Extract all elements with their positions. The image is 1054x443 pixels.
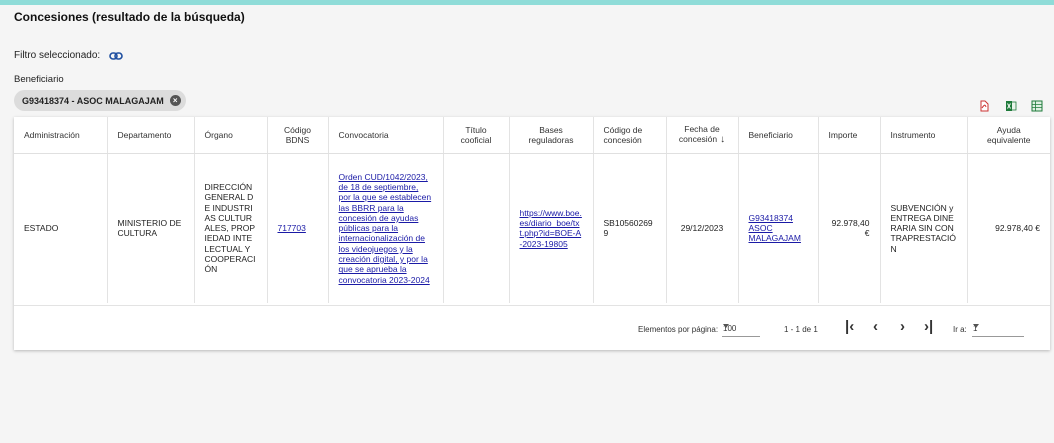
pdf-export-icon[interactable] xyxy=(978,99,990,112)
cell-departamento: MINISTERIO DE CULTURA xyxy=(107,153,195,303)
csv-export-icon[interactable] xyxy=(1031,99,1043,112)
cell-codigo-concesion: SB105602699 xyxy=(593,153,667,303)
col-instrumento[interactable]: Instrumento xyxy=(880,117,968,154)
top-accent-bar xyxy=(0,0,1054,5)
convocatoria-link[interactable]: Orden CUD/1042/2023, de 18 de septiembre… xyxy=(339,172,432,285)
chip-label: G93418374 - ASOC MALAGAJAM xyxy=(22,95,164,106)
col-fecha-concesion[interactable]: Fecha de concesión ↓ xyxy=(666,117,739,154)
link-icon[interactable] xyxy=(109,51,123,61)
table-header-row: Administración Departamento Órgano Códig… xyxy=(14,117,1050,154)
goto-page-select[interactable]: 1 xyxy=(972,318,1024,337)
cell-beneficiario: G93418374 ASOC MALAGAJAM xyxy=(738,153,819,303)
cell-ayuda-equivalente: 92.978,40 € xyxy=(995,223,1040,234)
beneficiario-link[interactable]: G93418374 ASOC MALAGAJAM xyxy=(749,213,801,244)
cell-titulo-cooficial xyxy=(443,153,510,303)
cell-fecha-concesion: 29/12/2023 xyxy=(666,153,739,303)
col-bases-reguladoras[interactable]: Bases reguladoras xyxy=(509,117,594,154)
cell-administracion: ESTADO xyxy=(14,153,108,303)
filter-label: Filtro seleccionado: xyxy=(14,50,101,61)
col-organo[interactable]: Órgano xyxy=(194,117,268,154)
col-administracion[interactable]: Administración xyxy=(14,117,108,154)
cell-organo: DIRECCIÓN GENERAL DE INDUSTRIAS CULTURAL… xyxy=(194,153,268,303)
col-convocatoria[interactable]: Convocatoria xyxy=(328,117,444,154)
beneficiary-filter-chip[interactable]: G93418374 - ASOC MALAGAJAM × xyxy=(14,90,186,111)
col-codigo-bdns[interactable]: Código BDNS xyxy=(267,117,329,154)
sort-arrow-icon[interactable]: ↓ xyxy=(720,134,725,145)
page-range: 1 - 1 de 1 xyxy=(784,325,818,334)
cell-codigo-bdns: 717703 xyxy=(267,153,329,303)
bases-reguladoras-link[interactable]: https://www.boe.es/diario_boe/txt.php?id… xyxy=(520,208,582,249)
last-page-icon[interactable]: ›| xyxy=(924,318,933,335)
filter-row: Filtro seleccionado: xyxy=(14,50,123,61)
items-per-page-select[interactable]: 100 xyxy=(722,318,760,337)
col-ayuda-equivalente[interactable]: Ayuda equivalente xyxy=(967,117,1050,154)
table-row: ESTADO MINISTERIO DE CULTURA DIRECCIÓN G… xyxy=(14,153,1050,303)
first-page-icon[interactable]: |‹ xyxy=(845,318,854,335)
col-titulo-cooficial[interactable]: Título cooficial xyxy=(443,117,510,154)
cell-bases-reguladoras: https://www.boe.es/diario_boe/txt.php?id… xyxy=(509,153,594,303)
codigo-bdns-link[interactable]: 717703 xyxy=(278,223,306,233)
col-departamento[interactable]: Departamento xyxy=(107,117,195,154)
cell-convocatoria: Orden CUD/1042/2023, de 18 de septiembre… xyxy=(328,153,444,303)
chevron-down-icon xyxy=(723,324,729,328)
page-title: Concesiones (resultado de la búsqueda) xyxy=(14,10,245,24)
col-codigo-concesion[interactable]: Código de concesión xyxy=(593,117,667,154)
goto-page-label: Ir a: xyxy=(953,325,967,334)
close-icon[interactable]: × xyxy=(169,95,181,106)
col-beneficiario[interactable]: Beneficiario xyxy=(738,117,819,154)
cell-importe: 92.978,40 € xyxy=(818,153,881,303)
results-table: Administración Departamento Órgano Códig… xyxy=(14,117,1050,303)
paginator: Elementos por página: 100 1 - 1 de 1 |‹ … xyxy=(14,305,1050,351)
results-card: Administración Departamento Órgano Códig… xyxy=(14,117,1050,350)
cell-instrumento: SUBVENCIÓN y ENTREGA DINERARIA SIN CONTR… xyxy=(880,153,968,303)
excel-export-icon[interactable] xyxy=(1005,99,1017,111)
beneficiary-label: Beneficiario xyxy=(14,74,64,85)
next-page-icon[interactable]: › xyxy=(900,318,905,335)
chevron-down-icon xyxy=(973,324,979,328)
previous-page-icon[interactable]: ‹ xyxy=(873,318,878,335)
items-per-page-label: Elementos por página: xyxy=(638,325,719,334)
col-importe[interactable]: Importe xyxy=(818,117,881,154)
